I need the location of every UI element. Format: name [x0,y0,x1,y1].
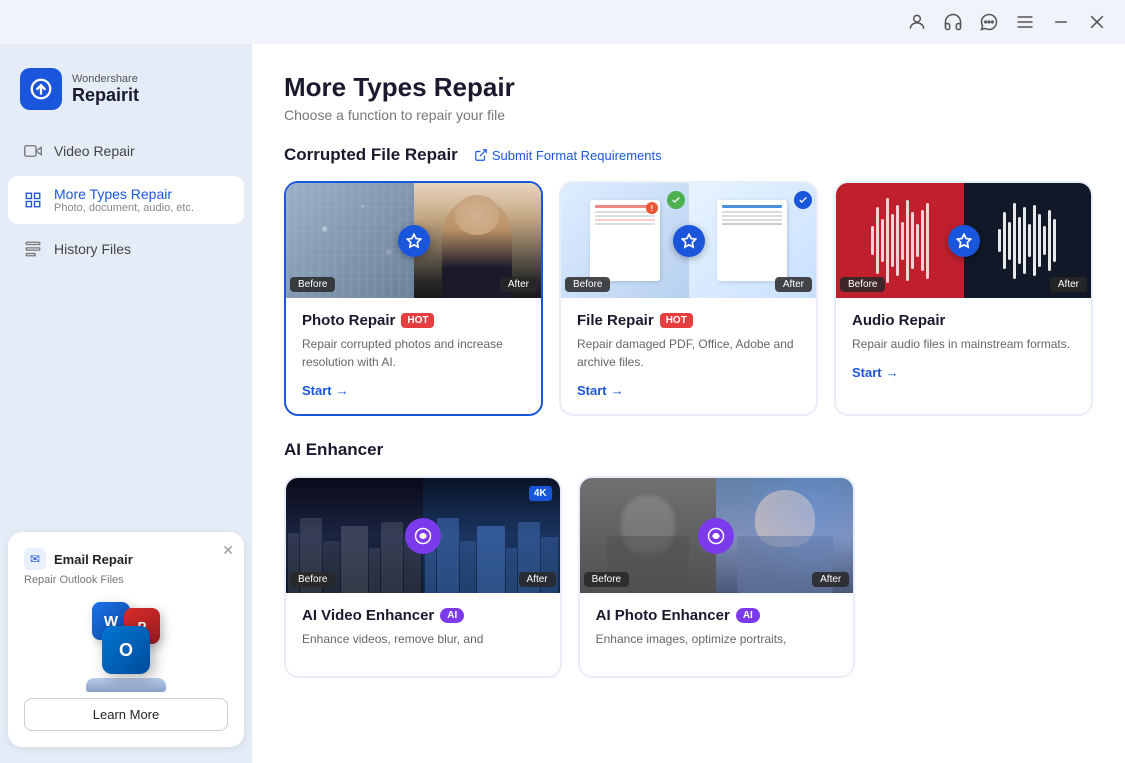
brand-name: Wondershare [72,73,139,85]
audio-repair-title: Audio Repair [852,312,945,329]
audio-repair-body: Audio Repair Repair audio files in mains… [836,298,1091,396]
ai-photo-body: AI Photo Enhancer AI Enhance images, opt… [580,593,854,676]
section-title-ai: AI Enhancer [284,440,383,460]
promo-close-button[interactable]: ✕ [222,542,234,559]
corrupted-file-repair-header: Corrupted File Repair Submit Format Requ… [284,145,1093,165]
close-icon[interactable] [1085,10,1109,34]
ai-enhancer-cards: Before 4K [284,476,1093,678]
file-repair-center-icon [673,225,705,257]
sidebar-item-history-files[interactable]: History Files [8,228,244,270]
sidebar-item-more-types-repair[interactable]: More Types Repair Photo, document, audio… [8,176,244,224]
titlebar [0,0,1125,44]
file-hot-badge: HOT [660,313,693,328]
audio-repair-card[interactable]: Before [834,181,1093,416]
photo-repair-desc: Repair corrupted photos and increase res… [302,335,525,371]
file-repair-title: File Repair [577,312,654,329]
page-title: More Types Repair [284,72,1093,103]
video-icon [22,140,44,162]
photo-repair-start[interactable]: Start → [302,383,525,398]
ai-photo-center-icon [698,518,734,554]
promo-subtitle: Repair Outlook Files [24,574,228,586]
photo-hot-badge: HOT [401,313,434,328]
grid-icon [22,189,44,211]
after-label-video: After [519,572,556,587]
more-types-sublabel: Photo, document, audio, etc. [54,202,194,214]
file-repair-start[interactable]: Start → [577,383,800,398]
file-repair-card[interactable]: ! Before [559,181,818,416]
before-label-video: Before [290,572,335,587]
logo-area: Wondershare Repairit [8,60,244,130]
ai-enhancer-header: AI Enhancer [284,440,1093,460]
submit-format-text: Submit Format Requirements [492,148,662,163]
ai-video-image: Before 4K [286,478,560,593]
ai-video-center-icon [405,518,441,554]
outlook-icon: O [102,626,150,674]
after-label-file: After [775,277,812,292]
video-repair-label: Video Repair [54,143,135,159]
submit-format-link[interactable]: Submit Format Requirements [474,148,662,163]
photo-repair-title: Photo Repair [302,312,395,329]
sidebar: Wondershare Repairit Video Repair More T… [0,44,252,763]
app-name: Repairit [72,85,139,106]
ai-video-badge: AI [440,608,464,623]
history-files-label: History Files [54,241,131,257]
ai-video-desc: Enhance videos, remove blur, and [302,630,544,648]
main-content: More Types Repair Choose a function to r… [252,44,1125,763]
audio-repair-start[interactable]: Start → [852,365,1075,380]
history-icon [22,238,44,260]
ai-photo-desc: Enhance images, optimize portraits, [596,630,838,648]
corrupted-file-repair-cards: Before After Photo Repair [284,181,1093,416]
page-subtitle: Choose a function to repair your file [284,107,1093,123]
platform-base [86,678,166,692]
audio-repair-center-icon [948,225,980,257]
ai-photo-image: Before After [580,478,854,593]
file-repair-desc: Repair damaged PDF, Office, Adobe and ar… [577,335,800,371]
menu-icon[interactable] [1013,10,1037,34]
ai-photo-enhancer-card[interactable]: Before After AI Pho [578,476,856,678]
promo-title: Email Repair [54,552,133,567]
learn-more-button[interactable]: Learn More [24,698,228,731]
promo-illustration: W O P [24,598,228,688]
minimize-icon[interactable] [1049,10,1073,34]
account-icon[interactable] [905,10,929,34]
photo-repair-center-icon [398,225,430,257]
after-label-audio: After [1050,277,1087,292]
headset-icon[interactable] [941,10,965,34]
ai-video-body: AI Video Enhancer AI Enhance videos, rem… [286,593,560,676]
after-label-photo-ai: After [812,572,849,587]
before-label-photo: Before [290,277,335,292]
ai-photo-title: AI Photo Enhancer [596,607,730,624]
photo-repair-card[interactable]: Before After Photo Repair [284,181,543,416]
before-label-file: Before [565,277,610,292]
before-label-audio: Before [840,277,885,292]
file-repair-body: File Repair HOT Repair damaged PDF, Offi… [561,298,816,414]
email-icon: ✉ [24,548,46,570]
more-types-label: More Types Repair [54,186,194,202]
file-repair-image: ! Before [561,183,816,298]
ai-photo-badge: AI [736,608,760,623]
before-label-photo-ai: Before [584,572,629,587]
audio-repair-image: Before [836,183,1091,298]
audio-repair-desc: Repair audio files in mainstream formats… [852,335,1075,353]
photo-repair-body: Photo Repair HOT Repair corrupted photos… [286,298,541,414]
promo-card: ✕ ✉ Email Repair Repair Outlook Files W … [8,532,244,747]
after-label-photo: After [500,277,537,292]
chat-icon[interactable] [977,10,1001,34]
ai-video-enhancer-card[interactable]: Before 4K [284,476,562,678]
section-title-corrupted: Corrupted File Repair [284,145,458,165]
4k-badge: 4K [529,486,552,501]
ai-video-title: AI Video Enhancer [302,607,434,624]
sidebar-item-video-repair[interactable]: Video Repair [8,130,244,172]
photo-repair-image: Before After [286,183,541,298]
app-logo [20,68,62,110]
